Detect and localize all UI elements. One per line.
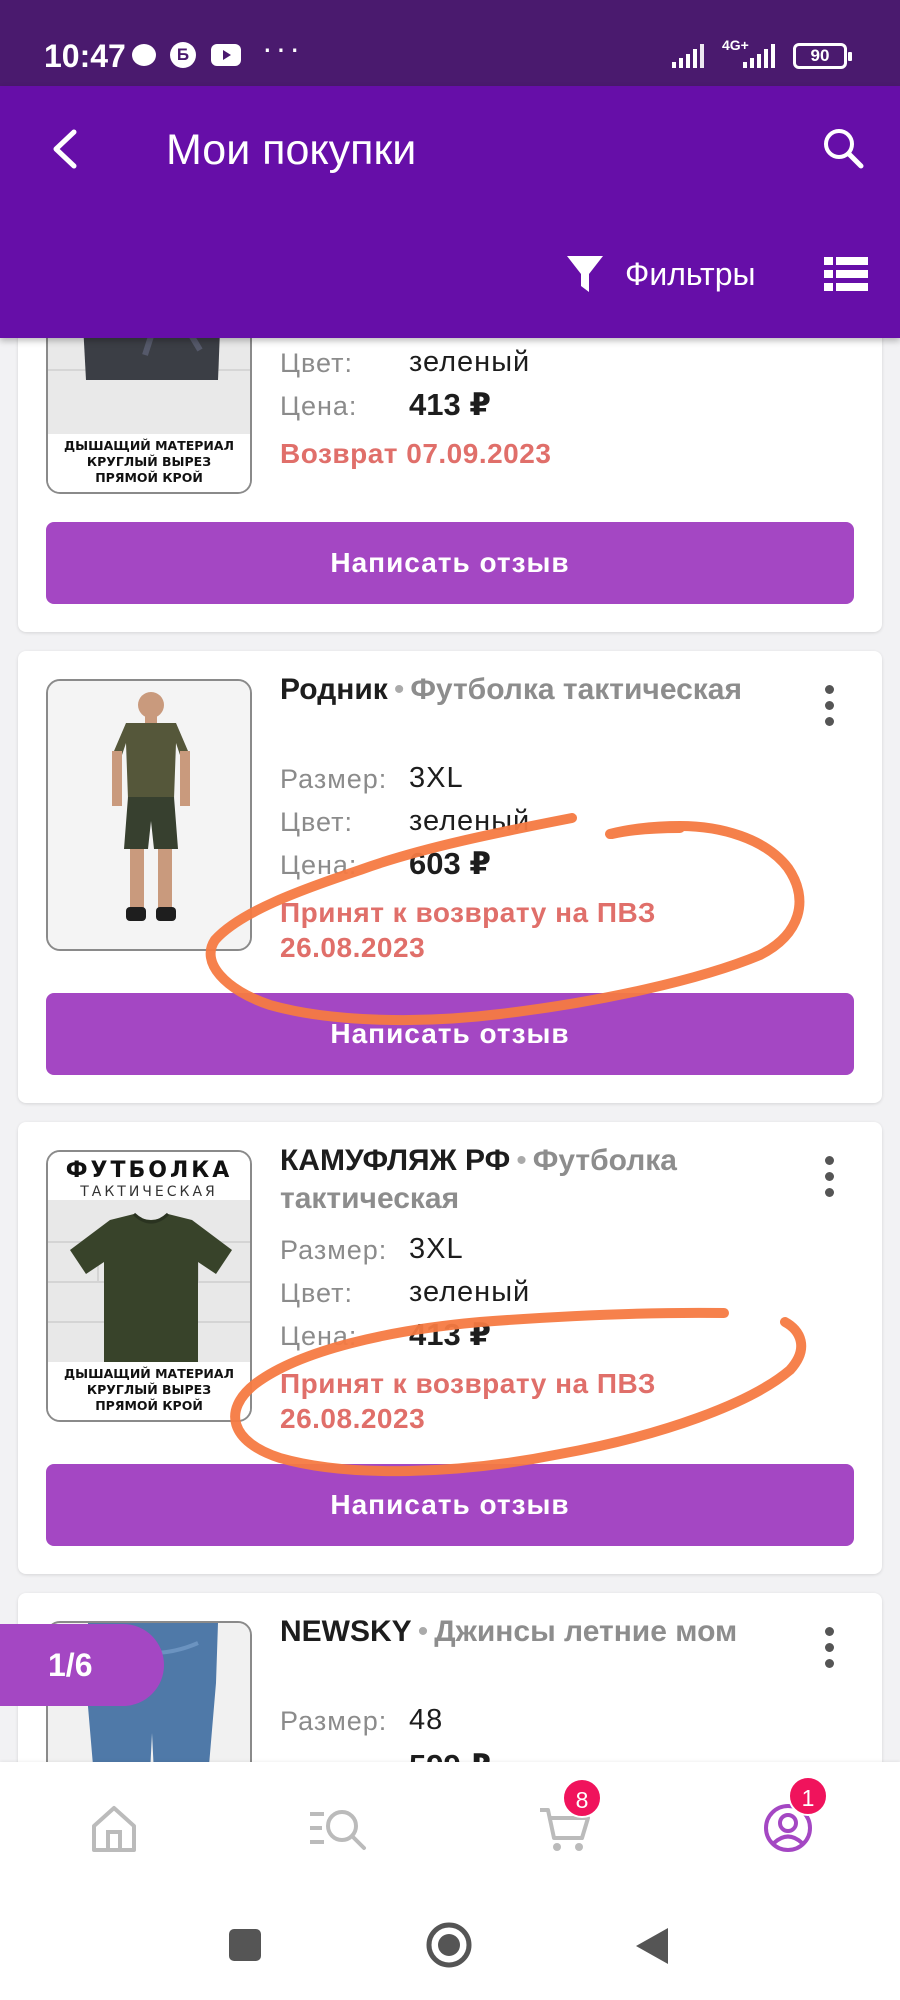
signal-icon-1	[672, 44, 712, 68]
triangle-back-icon	[636, 1928, 668, 1964]
write-review-button[interactable]: Написать отзыв	[46, 993, 854, 1075]
image-caption: ДЫШАЩИЙ МАТЕРИАЛ КРУГЛЫЙ ВЫРЕЗ ПРЯМОЙ КР…	[48, 1362, 250, 1420]
size-label: Размер:	[280, 1706, 388, 1736]
status-time: 10:47	[44, 38, 126, 74]
purchase-card-3[interactable]: ФУТБОЛКА ТАКТИЧЕСКАЯ ДЫШАЩИЙ МАТЕРИАЛ КР…	[18, 1122, 882, 1574]
price-value: 413 ₽	[409, 387, 491, 422]
product-title[interactable]: NEWSKY • Джинсы летние мом	[280, 1613, 750, 1651]
youtube-icon	[211, 44, 241, 66]
product-title[interactable]: КАМУФЛЯЖ РФ • Футболка тактическая	[280, 1142, 750, 1218]
page-indicator: 1/6	[0, 1624, 164, 1706]
cart-count-badge: 8	[562, 1778, 602, 1818]
color-value: зеленый	[409, 805, 531, 837]
circle-icon	[426, 1922, 472, 1968]
list-view-button[interactable]	[824, 254, 868, 294]
size-value: 48	[409, 1704, 444, 1736]
price-label: Цена:	[280, 391, 358, 421]
color-value: зеленый	[409, 1276, 531, 1308]
recent-apps-button[interactable]	[228, 1928, 262, 1962]
battery-icon: 90	[793, 43, 852, 69]
color-label: Цвет:	[280, 348, 354, 378]
page-title: Мои покупки	[166, 126, 417, 174]
more-options-button[interactable]	[814, 681, 844, 731]
purchase-card-2[interactable]: Родник • Футболка тактическая Размер: 3XL …	[18, 651, 882, 1103]
status-bar: 10:47 Б ··· 4G+ 90	[0, 0, 900, 86]
write-review-button[interactable]: Написать отзыв	[46, 522, 854, 604]
search-button[interactable]	[818, 124, 868, 174]
square-icon	[229, 1929, 261, 1961]
size-value: 3XL	[409, 1233, 464, 1265]
filters-button[interactable]: Фильтры	[565, 244, 756, 304]
list-view-icon	[824, 257, 868, 291]
message-icon	[132, 44, 156, 66]
brand-name: NEWSKY	[280, 1615, 412, 1648]
product-image[interactable]	[46, 679, 252, 951]
home-icon	[92, 1806, 136, 1852]
image-caption: ДЫШАЩИЙ МАТЕРИАЛ КРУГЛЫЙ ВЫРЕЗ ПРЯМОЙ КР…	[48, 434, 250, 492]
nav-catalog[interactable]	[306, 1800, 370, 1856]
price-label: Цена:	[280, 850, 358, 880]
color-value: зеленый	[409, 346, 531, 378]
catalog-search-icon	[310, 1810, 366, 1850]
return-status: Возврат 07.09.2023	[280, 438, 552, 469]
search-icon	[824, 129, 864, 169]
nav-profile[interactable]: 1	[760, 1776, 828, 1856]
brand-name: Родник	[280, 673, 388, 706]
back-arrow-icon	[53, 129, 77, 169]
app-header: Мои покупки Фильтры	[0, 86, 900, 338]
page: 10:47 Б ··· 4G+ 90 Мои покупки Фильтры Д…	[0, 0, 900, 2000]
nav-home[interactable]	[86, 1800, 142, 1856]
more-notifications-icon: ···	[262, 30, 303, 66]
return-status: Принят к возврату на ПВЗ 26.08.2023	[280, 897, 656, 963]
filter-funnel-icon	[567, 256, 603, 292]
write-review-button[interactable]: Написать отзыв	[46, 1464, 854, 1546]
more-options-button[interactable]	[814, 1152, 844, 1202]
more-options-button[interactable]	[814, 1623, 844, 1673]
size-label: Размер:	[280, 1235, 388, 1265]
image-heading: ФУТБОЛКА ТАКТИЧЕСКАЯ	[48, 1152, 250, 1200]
color-label: Цвет:	[280, 807, 354, 837]
price-value: 413 ₽	[409, 1317, 491, 1352]
brand-name: КАМУФЛЯЖ РФ	[280, 1144, 511, 1177]
bottom-navigation: 8 1	[0, 1762, 900, 1892]
profile-notification-badge: 1	[788, 1776, 828, 1816]
size-value: 3XL	[409, 762, 464, 794]
product-image[interactable]: ФУТБОЛКА ТАКТИЧЕСКАЯ ДЫШАЩИЙ МАТЕРИАЛ КР…	[46, 1150, 252, 1422]
bank-b-icon: Б	[170, 42, 196, 68]
price-value: 603 ₽	[409, 846, 491, 881]
color-label: Цвет:	[280, 1278, 354, 1308]
return-status: Принят к возврату на ПВЗ 26.08.2023	[280, 1368, 656, 1434]
signal-icon-2	[743, 44, 783, 68]
system-navigation-bar	[0, 1892, 900, 2000]
size-label: Размер:	[280, 764, 388, 794]
home-system-button[interactable]	[426, 1922, 472, 1968]
product-category: Футболка тактическая	[410, 673, 742, 706]
price-label: Цена:	[280, 1321, 358, 1351]
back-system-button[interactable]	[634, 1926, 670, 1966]
product-title[interactable]: Родник • Футболка тактическая	[280, 671, 750, 709]
nav-cart[interactable]: 8	[536, 1778, 602, 1856]
back-button[interactable]	[42, 124, 92, 174]
product-category: Джинсы летние мом	[434, 1615, 738, 1648]
filters-label: Фильтры	[625, 255, 756, 292]
